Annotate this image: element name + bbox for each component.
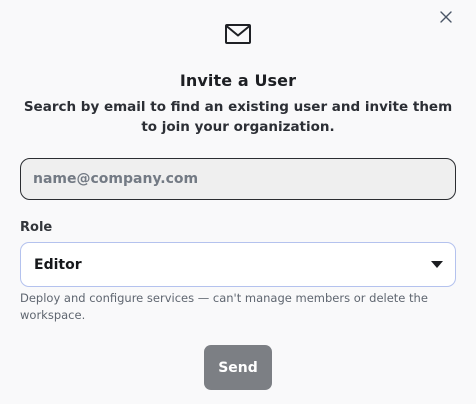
role-select[interactable]: Editor [20, 242, 456, 287]
dialog-subtitle: Search by email to find an existing user… [23, 99, 453, 135]
mail-icon [225, 24, 251, 44]
close-icon[interactable] [440, 11, 452, 23]
email-input[interactable] [20, 158, 456, 200]
dialog-title: Invite a User [179, 71, 297, 90]
chevron-down-icon [431, 261, 443, 268]
invite-user-dialog: Invite a User Search by email to find an… [0, 0, 476, 404]
send-button[interactable]: Send [204, 345, 272, 390]
role-label: Role [20, 220, 53, 235]
role-description: Deploy and configure services — can't ma… [20, 291, 428, 322]
role-selected-value: Editor [34, 256, 82, 273]
close-button[interactable] [437, 8, 455, 26]
